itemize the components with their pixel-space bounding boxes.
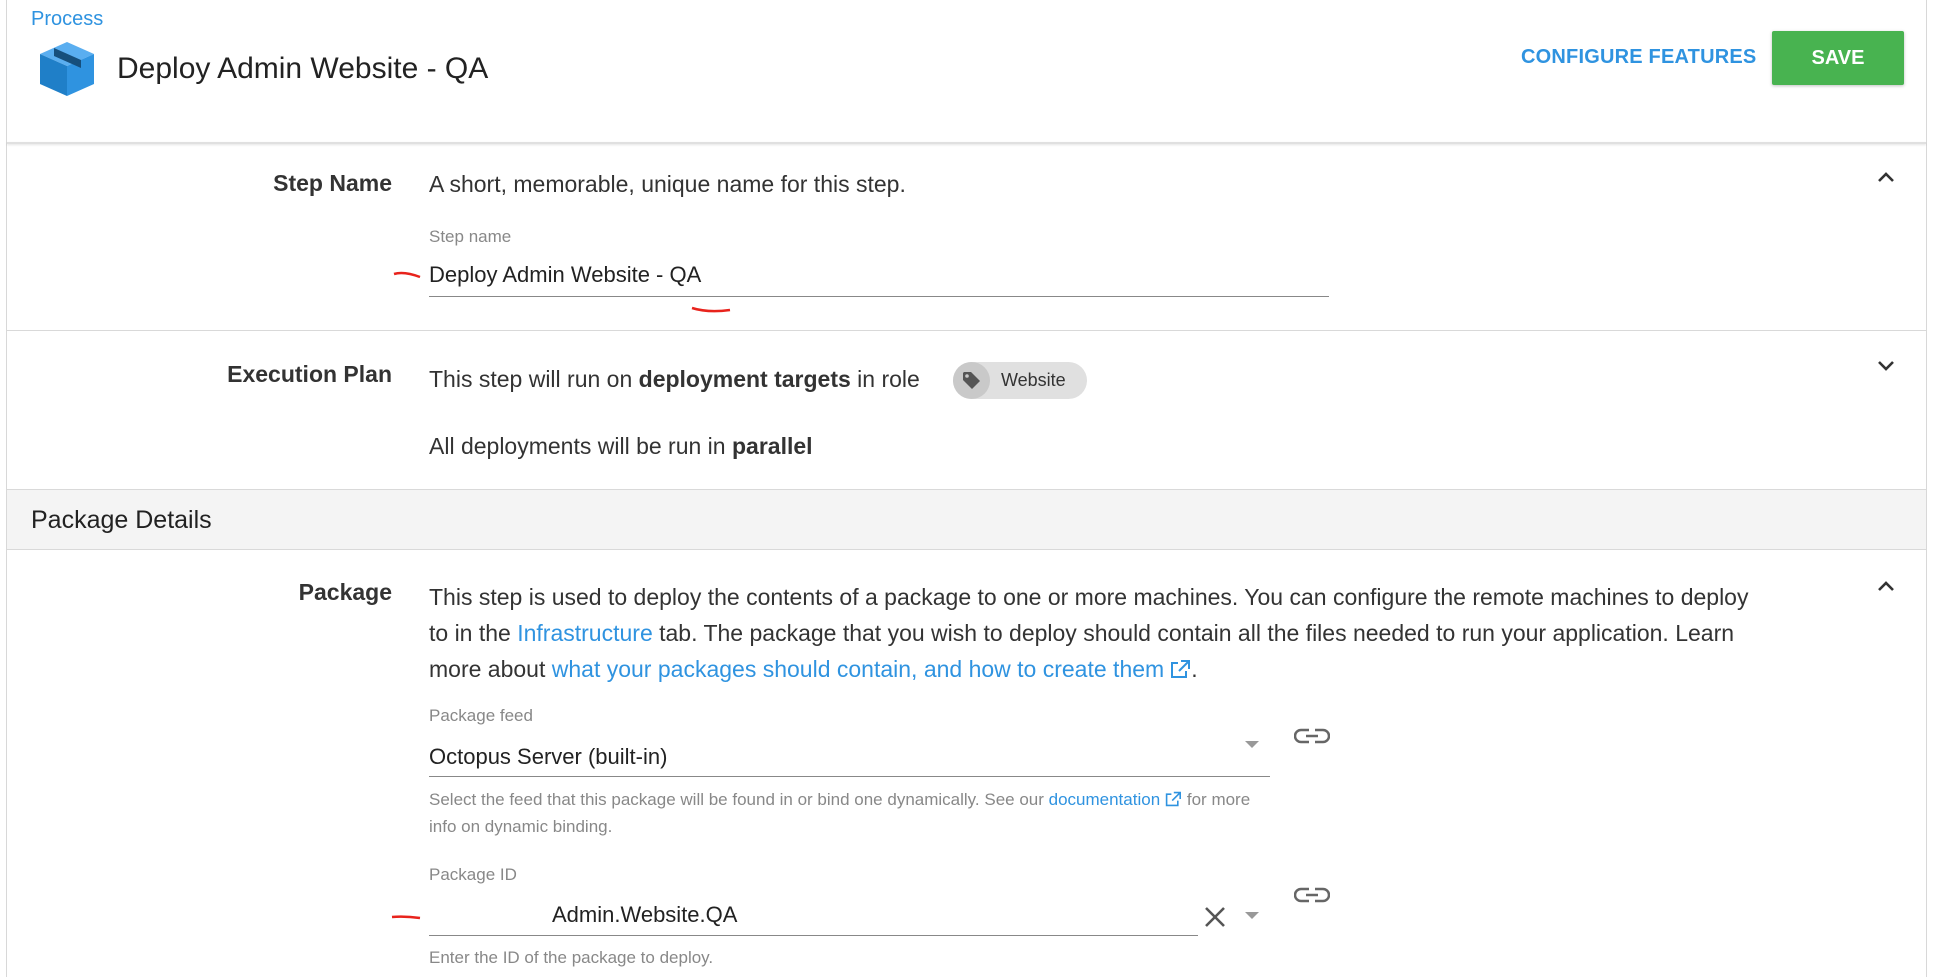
package-id-input[interactable]: Admin.Website.QA — [552, 902, 737, 928]
infrastructure-link[interactable]: Infrastructure — [517, 620, 653, 646]
packages-docs-link-text: what your packages should contain, and h… — [551, 656, 1165, 682]
role-tag-chip: Website — [953, 362, 1087, 399]
package-id-label: Package ID — [429, 865, 517, 884]
annotation-mark — [393, 271, 421, 279]
package-feed-hint-line: Select the feed that this package will b… — [429, 786, 1250, 813]
execution-plan-text: This step will run on — [429, 366, 639, 392]
execution-plan-mode: parallel — [731, 433, 813, 459]
package-feed-hint-text: for more — [1182, 790, 1251, 809]
package-id-hint: Enter the ID of the package to deploy. — [429, 948, 714, 967]
execution-plan-text: All deployments will be run in — [429, 433, 732, 459]
package-feed-label: Package feed — [429, 706, 533, 725]
documentation-link[interactable]: documentation — [1049, 790, 1183, 809]
chevron-up-icon[interactable] — [1877, 580, 1895, 592]
chevron-up-icon[interactable] — [1877, 171, 1895, 183]
annotation-mark — [691, 306, 731, 313]
step-name-field-label: Step name — [429, 227, 512, 246]
step-name-section-label: Step Name — [273, 170, 392, 196]
configure-features-button[interactable]: CONFIGURE FEATURES — [1521, 46, 1756, 69]
package-feed-hint-text: Select the feed that this package will b… — [429, 790, 1049, 809]
package-feed-hint: Select the feed that this package will b… — [429, 786, 1250, 840]
package-section-label: Package — [298, 579, 392, 605]
external-link-icon — [1171, 660, 1191, 678]
package-box-icon — [40, 42, 94, 96]
execution-plan-target-type: deployment targets — [638, 366, 851, 392]
role-tag-label: Website — [1001, 370, 1066, 390]
external-link-icon — [1165, 791, 1182, 807]
execution-plan-line2: All deployments will be run in parallel — [429, 433, 813, 460]
dropdown-arrow-icon[interactable] — [1244, 740, 1260, 750]
package-id-underline — [429, 935, 1198, 936]
package-feed-underline — [429, 776, 1270, 777]
breadcrumb-process[interactable]: Process — [31, 8, 103, 31]
step-name-description: A short, memorable, unique name for this… — [429, 171, 906, 197]
package-feed-select[interactable]: Octopus Server (built-in) — [429, 744, 667, 770]
package-description-line: This step is used to deploy the contents… — [429, 584, 1749, 610]
step-name-input[interactable]: Deploy Admin Website - QA — [429, 262, 701, 288]
chevron-down-icon[interactable] — [1877, 360, 1895, 372]
section-divider — [7, 330, 1926, 331]
package-description-text: more about — [429, 656, 552, 682]
package-description-text: tab. The package that you wish to deploy… — [652, 620, 1735, 646]
documentation-link-text: documentation — [1048, 790, 1161, 809]
annotation-mark — [391, 915, 421, 920]
header-divider — [7, 142, 1926, 144]
package-description: This step is used to deploy the contents… — [429, 579, 1869, 687]
step-name-underline — [429, 296, 1329, 297]
package-feed-hint-line: info on dynamic binding. — [429, 817, 613, 836]
tag-icon — [963, 372, 980, 389]
dropdown-arrow-icon[interactable] — [1244, 911, 1260, 921]
save-button[interactable]: SAVE — [1772, 31, 1904, 85]
package-description-text: to in the — [429, 620, 518, 646]
execution-plan-line1: This step will run on deployment targets… — [429, 366, 920, 393]
execution-plan-text: in role — [850, 366, 920, 392]
package-description-line: more about what your packages should con… — [429, 651, 1869, 687]
package-details-header: Package Details — [7, 489, 1926, 550]
page-title: Deploy Admin Website - QA — [117, 52, 489, 85]
package-details-title: Package Details — [31, 506, 212, 534]
link-icon[interactable] — [1294, 885, 1330, 905]
execution-plan-section-label: Execution Plan — [227, 361, 392, 387]
clear-icon[interactable] — [1204, 906, 1226, 928]
package-description-line: to in the Infrastructure tab. The packag… — [429, 615, 1869, 651]
packages-docs-link[interactable]: what your packages should contain, and h… — [552, 656, 1191, 682]
package-description-text: . — [1191, 656, 1198, 682]
page-gutter — [1927, 0, 1937, 977]
link-icon[interactable] — [1294, 726, 1330, 746]
